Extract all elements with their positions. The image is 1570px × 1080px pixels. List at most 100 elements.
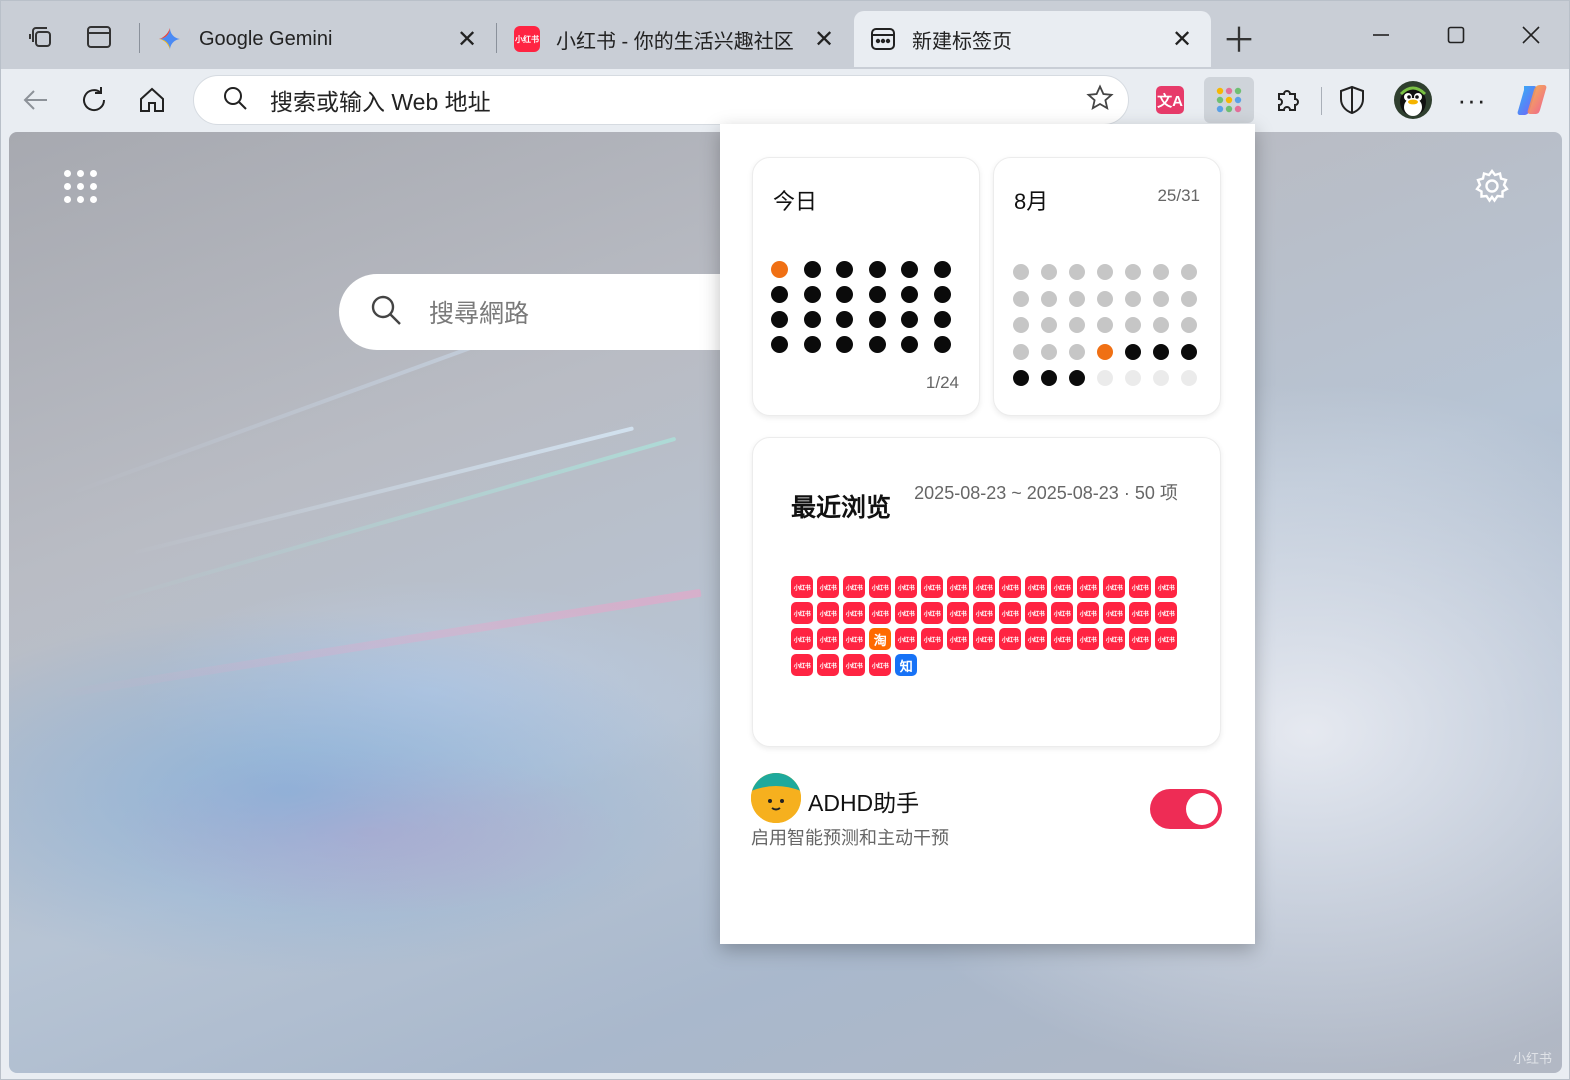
xhs-favicon[interactable]: 小红书: [869, 576, 891, 598]
xhs-favicon[interactable]: 小红书: [1051, 602, 1073, 624]
xhs-favicon[interactable]: 小红书: [817, 602, 839, 624]
hour-dot: [933, 286, 951, 303]
xhs-favicon[interactable]: 小红书: [1129, 602, 1151, 624]
hour-dot: [803, 261, 821, 278]
xhs-favicon[interactable]: 小红书: [1129, 628, 1151, 650]
xhs-favicon[interactable]: 小红书: [947, 628, 969, 650]
tab-strip: Google Gemini ✕ 小红书 小红书 - 你的生活兴趣社区 ✕ 新建标…: [1, 1, 1569, 69]
close-icon[interactable]: ✕: [1169, 26, 1195, 53]
xhs-favicon[interactable]: 小红书: [1155, 576, 1177, 598]
xhs-favicon[interactable]: 小红书: [1077, 576, 1099, 598]
xhs-favicon[interactable]: 小红书: [869, 654, 891, 676]
maximize-icon[interactable]: [1426, 13, 1486, 57]
xhs-favicon[interactable]: 小红书: [921, 602, 943, 624]
xhs-favicon[interactable]: 小红书: [843, 576, 865, 598]
close-icon[interactable]: ✕: [811, 26, 837, 53]
tab-xiaohongshu[interactable]: 小红书 小红书 - 你的生活兴趣社区 ✕: [498, 11, 853, 67]
hour-dot: [836, 311, 854, 328]
xhs-favicon[interactable]: 小红书: [999, 602, 1021, 624]
address-bar[interactable]: 搜索或输入 Web 地址: [193, 75, 1129, 125]
adhd-extension-icon[interactable]: [1204, 77, 1254, 123]
xhs-favicon[interactable]: 小红书: [869, 602, 891, 624]
xhs-favicon[interactable]: 小红书: [999, 576, 1021, 598]
xhs-favicon[interactable]: 小红书: [791, 602, 813, 624]
xhs-favicon[interactable]: 小红书: [999, 628, 1021, 650]
page-settings-gear-icon[interactable]: [1474, 168, 1510, 204]
hour-dot: [933, 261, 951, 278]
taobao-favicon[interactable]: 淘: [869, 628, 891, 650]
favorite-star-icon[interactable]: [1086, 83, 1114, 117]
xhs-favicon[interactable]: 小红书: [921, 628, 943, 650]
xhs-favicon[interactable]: 小红书: [791, 576, 813, 598]
xhs-favicon[interactable]: 小红书: [817, 576, 839, 598]
xhs-favicon[interactable]: 小红书: [1155, 602, 1177, 624]
day-dot: [1125, 343, 1141, 360]
xhs-favicon[interactable]: 小红书: [843, 654, 865, 676]
xhs-favicon[interactable]: 小红书: [973, 602, 995, 624]
hour-dot: [901, 336, 919, 353]
background-light-streak: [48, 588, 702, 700]
xhs-favicon[interactable]: 小红书: [895, 576, 917, 598]
refresh-icon[interactable]: [71, 77, 117, 123]
minimize-icon[interactable]: [1351, 13, 1411, 57]
more-options-icon[interactable]: ···: [1449, 77, 1495, 123]
browser-essentials-shield-icon[interactable]: [1329, 77, 1375, 123]
workspaces-icon[interactable]: [19, 15, 63, 59]
xhs-favicon[interactable]: 小红书: [1103, 602, 1125, 624]
xhs-favicon[interactable]: 小红书: [843, 628, 865, 650]
month-count: 25/31: [1157, 186, 1200, 205]
tab-new-tab[interactable]: 新建标签页 ✕: [854, 11, 1211, 67]
hour-dot: [803, 311, 821, 328]
translate-extension-icon[interactable]: 文A: [1147, 77, 1193, 123]
hour-dot: [803, 286, 821, 303]
window-close-icon[interactable]: [1501, 13, 1561, 57]
xhs-favicon[interactable]: 小红书: [973, 576, 995, 598]
xhs-favicon[interactable]: 小红书: [1103, 628, 1125, 650]
new-tab-plus-icon[interactable]: ＋: [1217, 15, 1261, 60]
copilot-icon[interactable]: [1509, 77, 1555, 123]
zhihu-favicon[interactable]: 知: [895, 654, 917, 676]
tab-divider: [496, 23, 497, 53]
home-icon[interactable]: [129, 77, 175, 123]
xhs-favicon[interactable]: 小红书: [1025, 628, 1047, 650]
hour-dot: [771, 311, 788, 328]
xhs-favicon[interactable]: 小红书: [1077, 602, 1099, 624]
xhs-favicon[interactable]: 小红书: [895, 602, 917, 624]
xhs-favicon[interactable]: 小红书: [1129, 576, 1151, 598]
hour-dot: [868, 286, 886, 303]
back-icon[interactable]: [13, 77, 59, 123]
xhs-favicon[interactable]: 小红书: [1103, 576, 1125, 598]
day-dot: [1097, 343, 1113, 360]
address-placeholder: 搜索或输入 Web 地址: [270, 89, 491, 115]
xhs-favicon[interactable]: 小红书: [1077, 628, 1099, 650]
tab-gemini[interactable]: Google Gemini ✕: [141, 11, 496, 67]
xhs-favicon[interactable]: 小红书: [973, 628, 995, 650]
day-dot: [1041, 317, 1057, 333]
xhs-favicon[interactable]: 小红书: [1025, 576, 1047, 598]
xhs-favicon[interactable]: 小红书: [791, 654, 813, 676]
xhs-favicon[interactable]: 小红书: [895, 628, 917, 650]
xhs-favicon[interactable]: 小红书: [843, 602, 865, 624]
extensions-puzzle-icon[interactable]: [1265, 77, 1311, 123]
xhs-favicon[interactable]: 小红书: [921, 576, 943, 598]
adhd-assistant-toggle[interactable]: [1150, 789, 1222, 829]
vertical-tabs-icon[interactable]: [77, 15, 121, 59]
xhs-favicon[interactable]: 小红书: [1051, 628, 1073, 650]
web-search-box[interactable]: 搜尋網路: [339, 274, 759, 350]
xhs-favicon[interactable]: 小红书: [817, 628, 839, 650]
hour-dot: [933, 311, 951, 328]
apps-launcher-icon[interactable]: [64, 170, 98, 204]
hour-dot: [803, 336, 821, 353]
xhs-favicon[interactable]: 小红书: [1155, 628, 1177, 650]
xhs-favicon[interactable]: 小红书: [817, 654, 839, 676]
xhs-favicon[interactable]: 小红书: [947, 576, 969, 598]
xhs-favicon[interactable]: 小红书: [1051, 576, 1073, 598]
xhs-favicon[interactable]: 小红书: [947, 602, 969, 624]
profile-avatar[interactable]: [1390, 77, 1436, 123]
xhs-favicon[interactable]: 小红书: [1025, 602, 1047, 624]
month-card: 8月 25/31: [993, 157, 1221, 416]
xhs-favicon[interactable]: 小红书: [791, 628, 813, 650]
month-title: 8月: [1014, 189, 1049, 214]
adhd-assistant-avatar: [751, 773, 801, 823]
close-icon[interactable]: ✕: [454, 26, 480, 53]
